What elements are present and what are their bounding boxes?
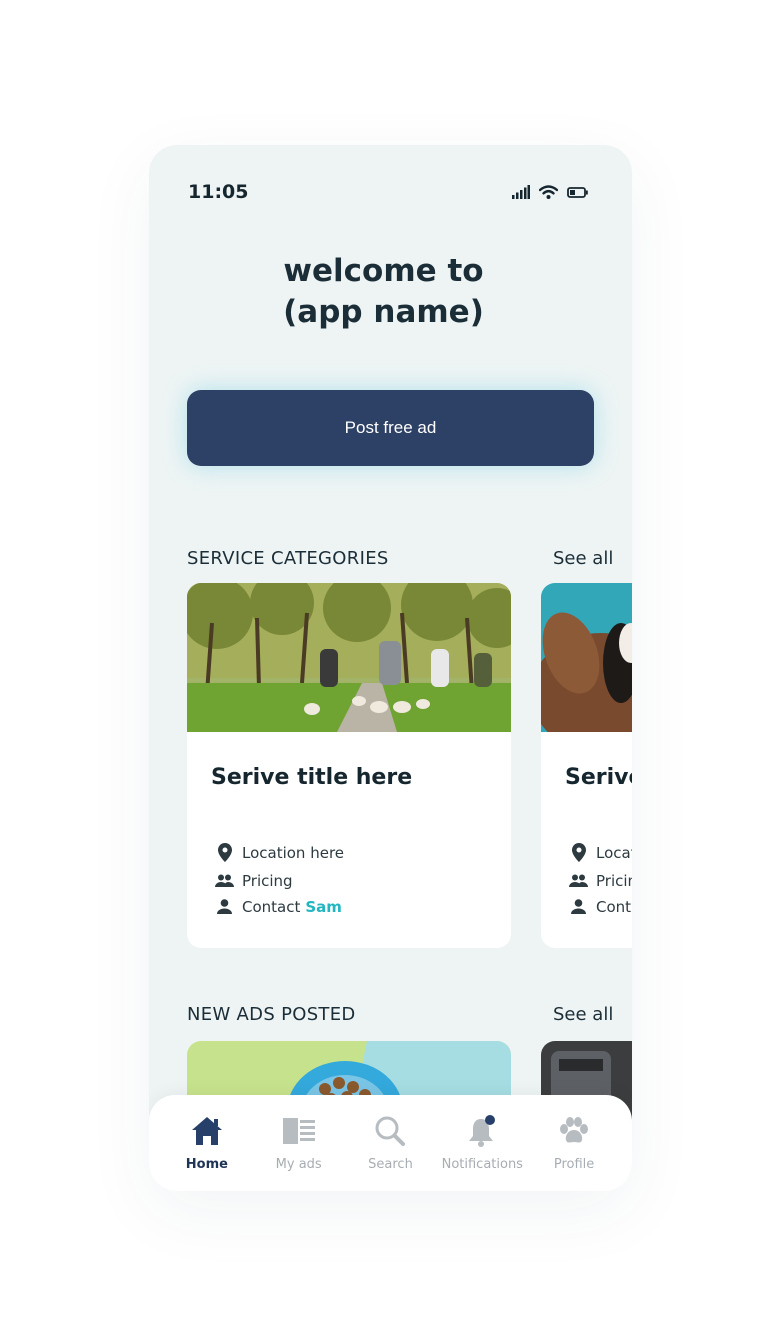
new-ads-see-all-link[interactable]: See all: [553, 1004, 613, 1025]
service-categories-see-all-link[interactable]: See all: [553, 548, 613, 569]
location-pin-icon: [569, 843, 588, 862]
person-icon: [215, 897, 234, 916]
new-ads-title: NEW ADS POSTED: [187, 1004, 356, 1025]
newspaper-icon: [282, 1113, 315, 1149]
signal-icon: [512, 185, 530, 199]
status-icons: [512, 185, 588, 199]
nav-my-ads[interactable]: My ads: [256, 1095, 342, 1191]
bottom-navigation: Home My ads Search Notifications Profile: [149, 1095, 632, 1191]
service-card-image: [541, 583, 632, 732]
people-icon: [569, 871, 588, 890]
location-pin-icon: [215, 843, 234, 862]
welcome-line-2: (app name): [283, 294, 484, 330]
people-icon: [215, 871, 234, 890]
nav-search[interactable]: Search: [347, 1095, 433, 1191]
bell-icon: [467, 1113, 497, 1149]
nav-home[interactable]: Home: [164, 1095, 250, 1191]
phone-screen: 11:05 welcome to (app name) Post free ad…: [149, 145, 632, 1191]
welcome-heading: welcome to (app name): [149, 251, 618, 333]
paw-icon: [559, 1113, 589, 1149]
service-card-title: Serive title here: [211, 765, 413, 790]
search-icon: [375, 1113, 406, 1149]
nav-notifications[interactable]: Notifications: [439, 1095, 525, 1191]
welcome-line-1: welcome to: [283, 253, 484, 289]
service-card-contact: Cont: [569, 897, 631, 916]
service-card-location: Location here: [215, 843, 344, 862]
battery-icon: [567, 186, 588, 198]
service-card-pricing: Pricin: [569, 871, 632, 890]
person-icon: [569, 897, 588, 916]
wifi-icon: [539, 185, 558, 199]
status-time: 11:05: [188, 181, 249, 203]
service-card-location: Locat: [569, 843, 632, 862]
service-card[interactable]: Serive title here Location here Pricing …: [187, 583, 511, 948]
service-categories-title: SERVICE CATEGORIES: [187, 548, 389, 569]
nav-profile[interactable]: Profile: [531, 1095, 617, 1191]
service-card[interactable]: Serive Locat Pricin Cont: [541, 583, 632, 948]
contact-name-link[interactable]: Sam: [305, 898, 342, 916]
service-card-contact: Contact Sam: [215, 897, 342, 916]
service-card-title: Serive: [565, 765, 632, 790]
service-card-image: [187, 583, 511, 732]
service-card-pricing: Pricing: [215, 871, 293, 890]
post-free-ad-button[interactable]: Post free ad: [187, 390, 594, 466]
home-icon: [191, 1113, 223, 1149]
